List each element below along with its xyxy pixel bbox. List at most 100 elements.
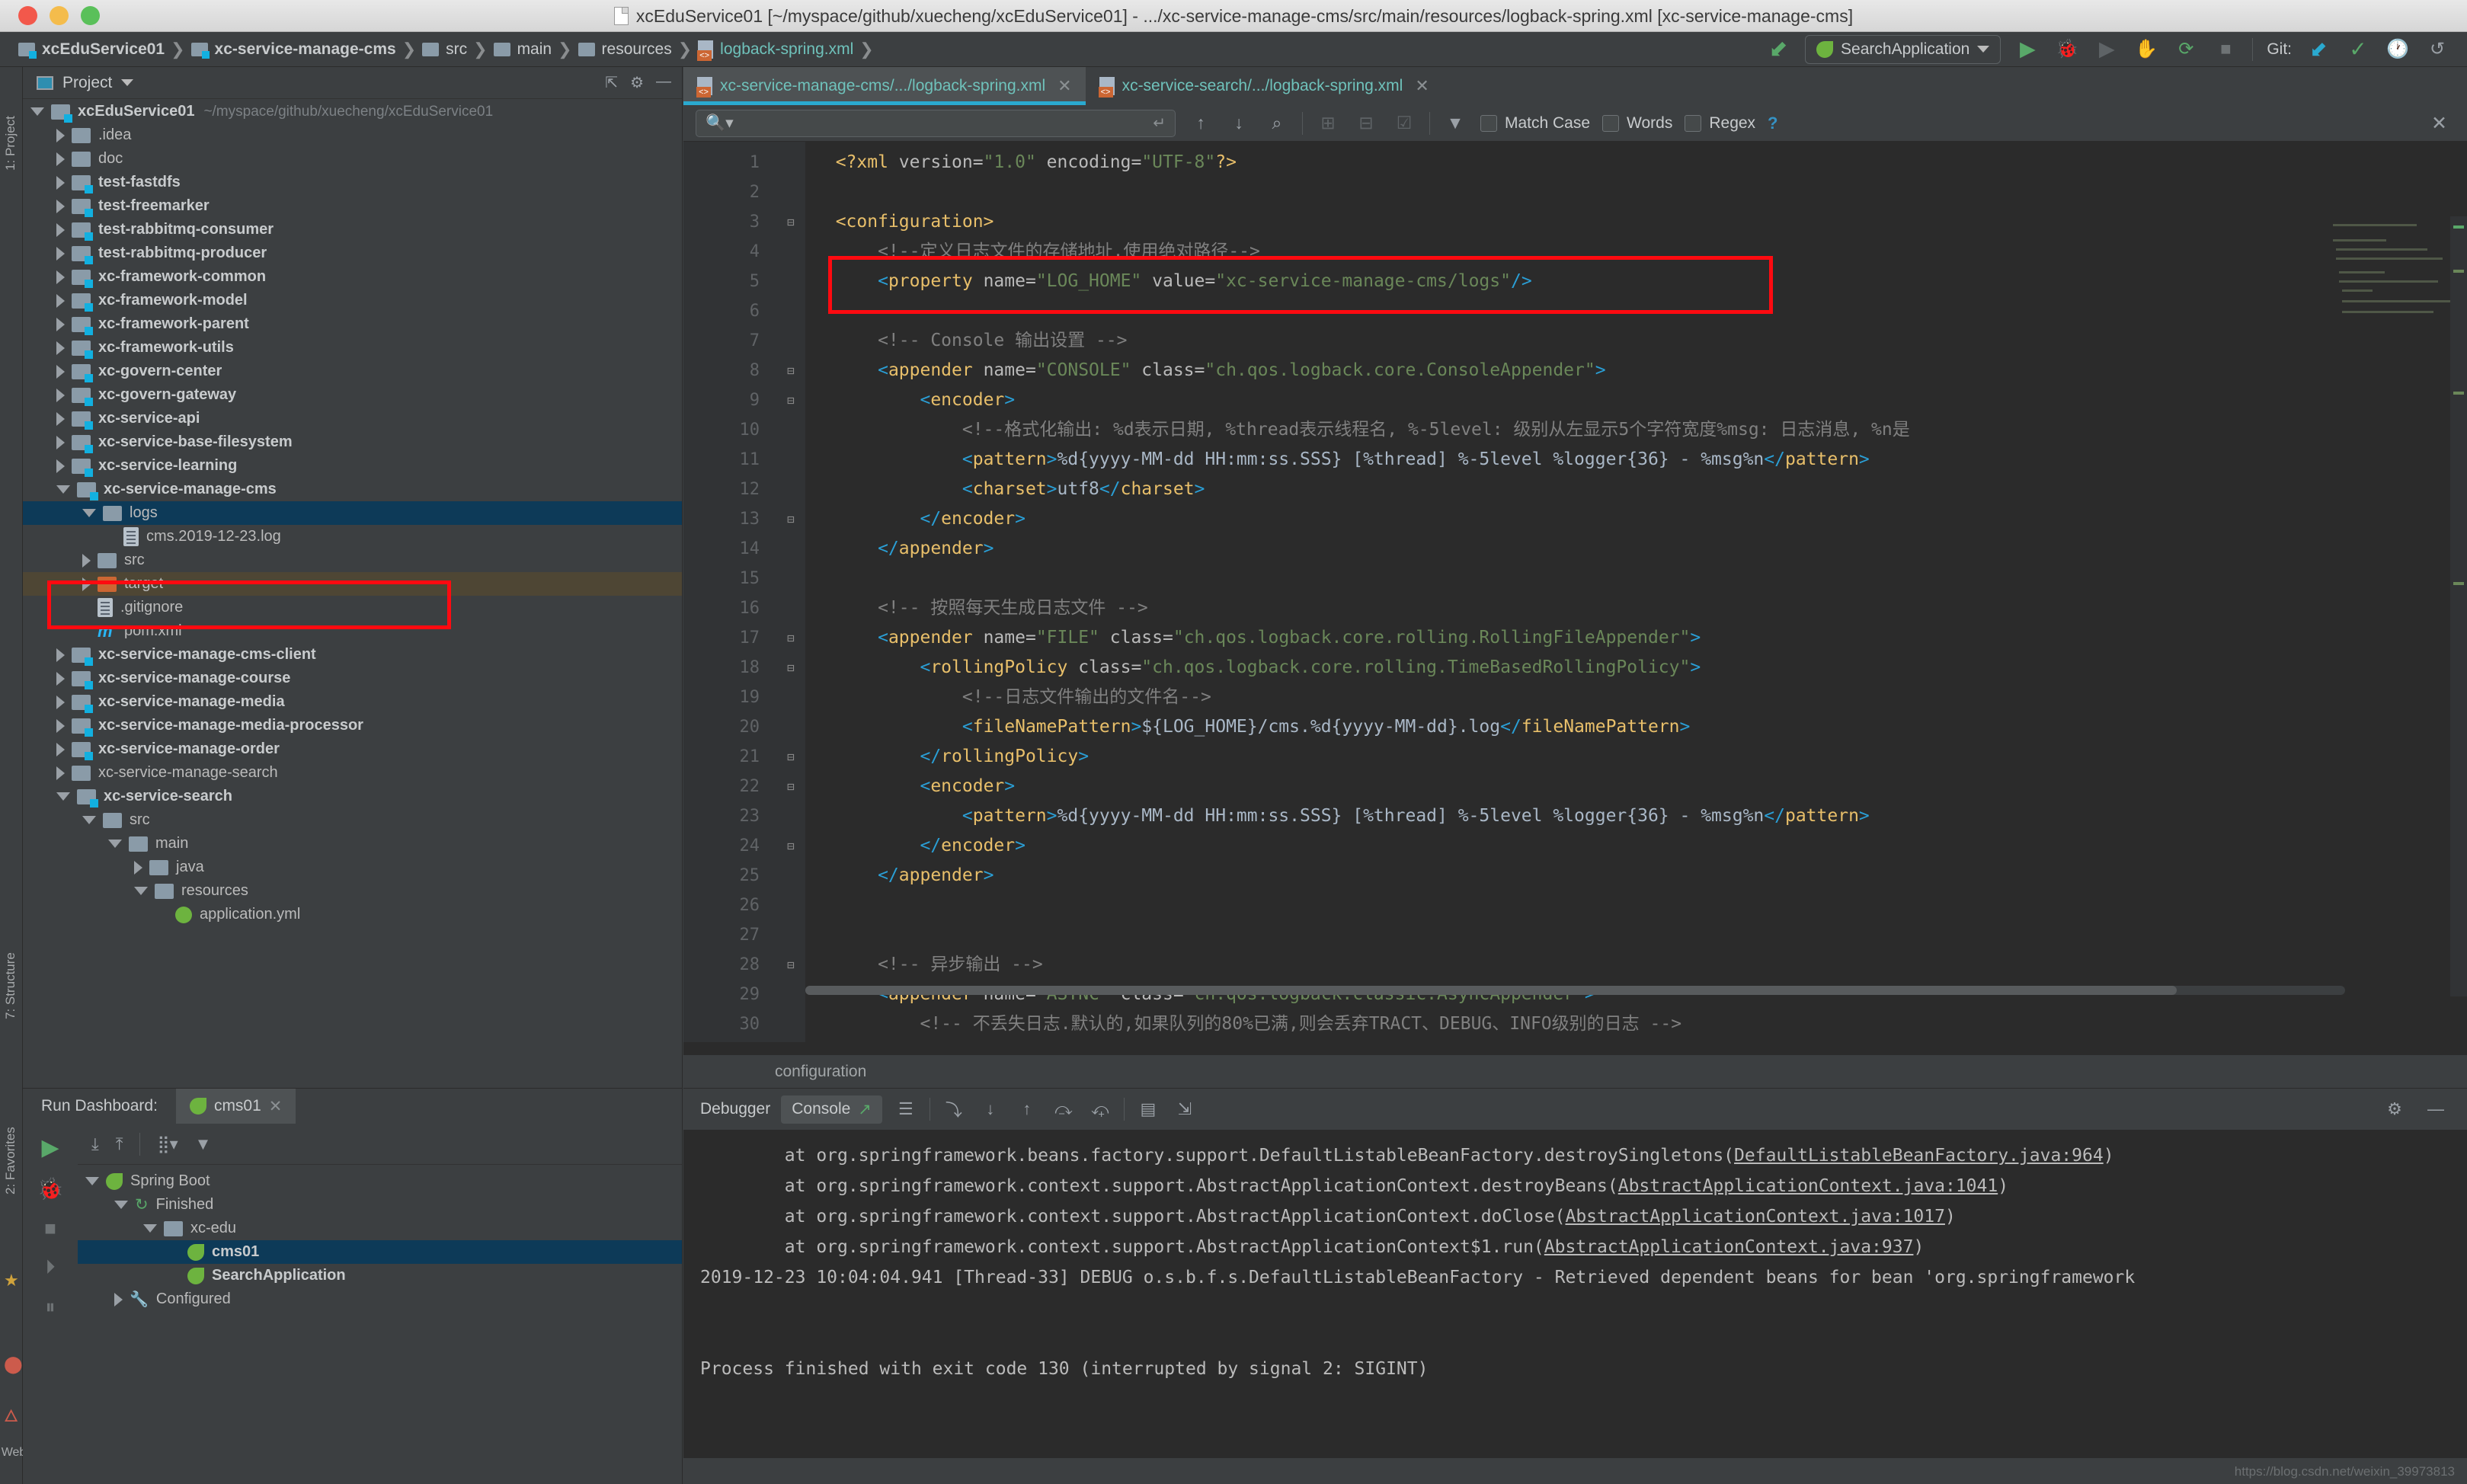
run-dashboard-tab-cms01[interactable]: cms01 ✕: [176, 1089, 296, 1124]
expand-arrow-icon[interactable]: [56, 696, 65, 709]
expand-arrow-icon[interactable]: [56, 719, 65, 733]
tree-item[interactable]: xc-framework-model: [23, 289, 682, 312]
expand-arrow-icon[interactable]: [56, 200, 65, 213]
collapse-arrow-icon[interactable]: [30, 107, 44, 116]
tree-item[interactable]: cms.2019-12-23.log: [23, 525, 682, 549]
step-out-icon[interactable]: ↑: [1014, 1099, 1040, 1119]
expand-arrow-icon[interactable]: [82, 554, 91, 568]
search-input-wrapper[interactable]: 🔍▾ ↵: [696, 110, 1176, 137]
tree-item[interactable]: src: [23, 549, 682, 572]
tool-button-structure[interactable]: 7: Structure: [3, 958, 18, 1019]
code-line[interactable]: <!--定义日志文件的存储地址,使用绝对路径-->: [805, 237, 2467, 267]
fold-marker[interactable]: [776, 296, 805, 326]
stacktrace-link[interactable]: DefaultListableBeanFactory.java:964: [1734, 1146, 2104, 1166]
tree-item[interactable]: xc-service-base-filesystem: [23, 430, 682, 454]
code-line[interactable]: <appender name="FILE" class="ch.qos.logb…: [805, 623, 2467, 653]
code-line[interactable]: [805, 296, 2467, 326]
stop-icon[interactable]: ■: [44, 1217, 56, 1240]
fold-marker[interactable]: [776, 712, 805, 742]
run-configuration-selector[interactable]: SearchApplication: [1805, 35, 2001, 64]
minimize-window-button[interactable]: [50, 6, 69, 25]
code-line[interactable]: <property name="LOG_HOME" value="xc-serv…: [805, 267, 2467, 296]
fold-marker[interactable]: ⊟: [776, 385, 805, 415]
code-line[interactable]: <!-- 按照每天生成日志文件 -->: [805, 593, 2467, 623]
code-line[interactable]: <!--格式化输出: %d表示日期, %thread表示线程名, %-5leve…: [805, 415, 2467, 445]
filter-icon[interactable]: ▼: [195, 1134, 212, 1154]
hide-panel-icon[interactable]: —: [2423, 1099, 2449, 1119]
code-folding-gutter[interactable]: ⊟⊟⊟⊟⊟⊟⊟⊟⊟⊟: [776, 142, 805, 1042]
expand-arrow-icon[interactable]: [56, 294, 65, 308]
tree-item[interactable]: doc: [23, 147, 682, 171]
fold-marker[interactable]: [776, 475, 805, 504]
breadcrumb-item-module[interactable]: xc-service-manage-cms: [187, 40, 401, 59]
error-stripe[interactable]: [2450, 216, 2467, 996]
collapse-arrow-icon[interactable]: [134, 887, 148, 895]
stacktrace-link[interactable]: AbstractApplicationContext.java:1041: [1618, 1176, 1998, 1196]
print-icon[interactable]: ☰: [893, 1099, 919, 1119]
tree-item[interactable]: ↻Finished: [78, 1193, 682, 1217]
editor-breadcrumb[interactable]: configuration: [683, 1054, 2467, 1088]
expand-arrow-icon[interactable]: [56, 365, 65, 379]
step-over-icon[interactable]: ⤵: [941, 1097, 967, 1121]
maven-icon[interactable]: 🜂: [4, 1396, 18, 1431]
tree-item[interactable]: SearchApplication: [78, 1264, 682, 1287]
editor-tab-search[interactable]: xc-service-search/.../logback-spring.xml…: [1086, 67, 1443, 105]
collapse-arrow-icon[interactable]: [56, 485, 70, 494]
tree-item[interactable]: test-rabbitmq-consumer: [23, 218, 682, 241]
resume-icon[interactable]: ⏵: [45, 1255, 55, 1280]
git-commit-icon[interactable]: ✓: [2345, 37, 2371, 62]
select-all-occurrences-icon[interactable]: ⌕: [1264, 113, 1290, 133]
close-find-icon[interactable]: ✕: [2431, 112, 2447, 135]
fold-marker[interactable]: ⊟: [776, 623, 805, 653]
code-line[interactable]: <!-- 不丢失日志.默认的,如果队列的80%已满,则会丢弃TRACT、DEBU…: [805, 1009, 2467, 1039]
debug-icon[interactable]: 🐞: [2054, 37, 2080, 62]
filter-icon[interactable]: ▼: [1442, 113, 1468, 133]
fold-marker[interactable]: ⊟: [776, 742, 805, 772]
fold-marker[interactable]: ⊟: [776, 653, 805, 683]
code-line[interactable]: <encoder>: [805, 772, 2467, 801]
collapse-arrow-icon[interactable]: [82, 816, 96, 824]
code-line[interactable]: <appender name="CONSOLE" class="ch.qos.l…: [805, 356, 2467, 385]
tree-item[interactable]: xc-service-manage-search: [23, 761, 682, 785]
expand-arrow-icon[interactable]: [56, 223, 65, 237]
git-history-icon[interactable]: 🕐: [2385, 37, 2411, 62]
words-checkbox[interactable]: Words: [1602, 114, 1672, 133]
close-icon[interactable]: ✕: [1415, 76, 1429, 96]
run-icon[interactable]: ▶: [2014, 37, 2040, 62]
code-line[interactable]: <pattern>%d{yyyy-MM-dd HH:mm:ss.SSS} [%t…: [805, 445, 2467, 475]
run-dashboard-tree[interactable]: Spring Boot↻Finishedxc-educms01SearchApp…: [78, 1165, 682, 1311]
fold-marker[interactable]: [776, 920, 805, 950]
tree-item[interactable]: test-rabbitmq-producer: [23, 241, 682, 265]
tree-item[interactable]: mpom.xml: [23, 619, 682, 643]
find-next-icon[interactable]: ↓: [1226, 113, 1252, 133]
horizontal-scrollbar[interactable]: [805, 986, 2345, 995]
tree-item[interactable]: xc-framework-parent: [23, 312, 682, 336]
search-input[interactable]: [740, 114, 1147, 132]
maximize-window-button[interactable]: [81, 6, 100, 25]
expand-arrow-icon[interactable]: [56, 247, 65, 261]
code-line[interactable]: <discardingThreshold>0</discardingThresh…: [805, 1039, 2467, 1042]
fold-marker[interactable]: ⊟: [776, 950, 805, 980]
expand-arrow-icon[interactable]: [114, 1293, 123, 1306]
code-line[interactable]: </encoder>: [805, 504, 2467, 534]
database-icon[interactable]: ⬤: [4, 1354, 23, 1374]
tree-item[interactable]: xc-service-manage-course: [23, 667, 682, 690]
settings-gear-icon[interactable]: ⚙: [2382, 1099, 2408, 1119]
group-by-icon[interactable]: ⣿▾: [157, 1134, 178, 1154]
tree-item[interactable]: test-fastdfs: [23, 171, 682, 194]
attach-process-icon[interactable]: ⟳: [2173, 37, 2199, 62]
scroll-to-end-icon[interactable]: ⇲: [1172, 1099, 1198, 1119]
tree-item[interactable]: .gitignore: [23, 596, 682, 619]
fold-marker[interactable]: [776, 267, 805, 296]
code-line[interactable]: <pattern>%d{yyyy-MM-dd HH:mm:ss.SSS} [%t…: [805, 801, 2467, 831]
fold-marker[interactable]: [776, 801, 805, 831]
fold-marker[interactable]: [776, 534, 805, 564]
tree-item[interactable]: cms01: [78, 1240, 682, 1264]
tree-item[interactable]: xc-service-manage-media: [23, 690, 682, 714]
tree-item[interactable]: src: [23, 808, 682, 832]
select-lines-icon[interactable]: ☑: [1391, 113, 1417, 133]
expand-arrow-icon[interactable]: [56, 459, 65, 473]
collapse-arrow-icon[interactable]: [114, 1201, 128, 1209]
close-icon[interactable]: ✕: [1058, 76, 1071, 96]
expand-arrow-icon[interactable]: [82, 577, 91, 591]
